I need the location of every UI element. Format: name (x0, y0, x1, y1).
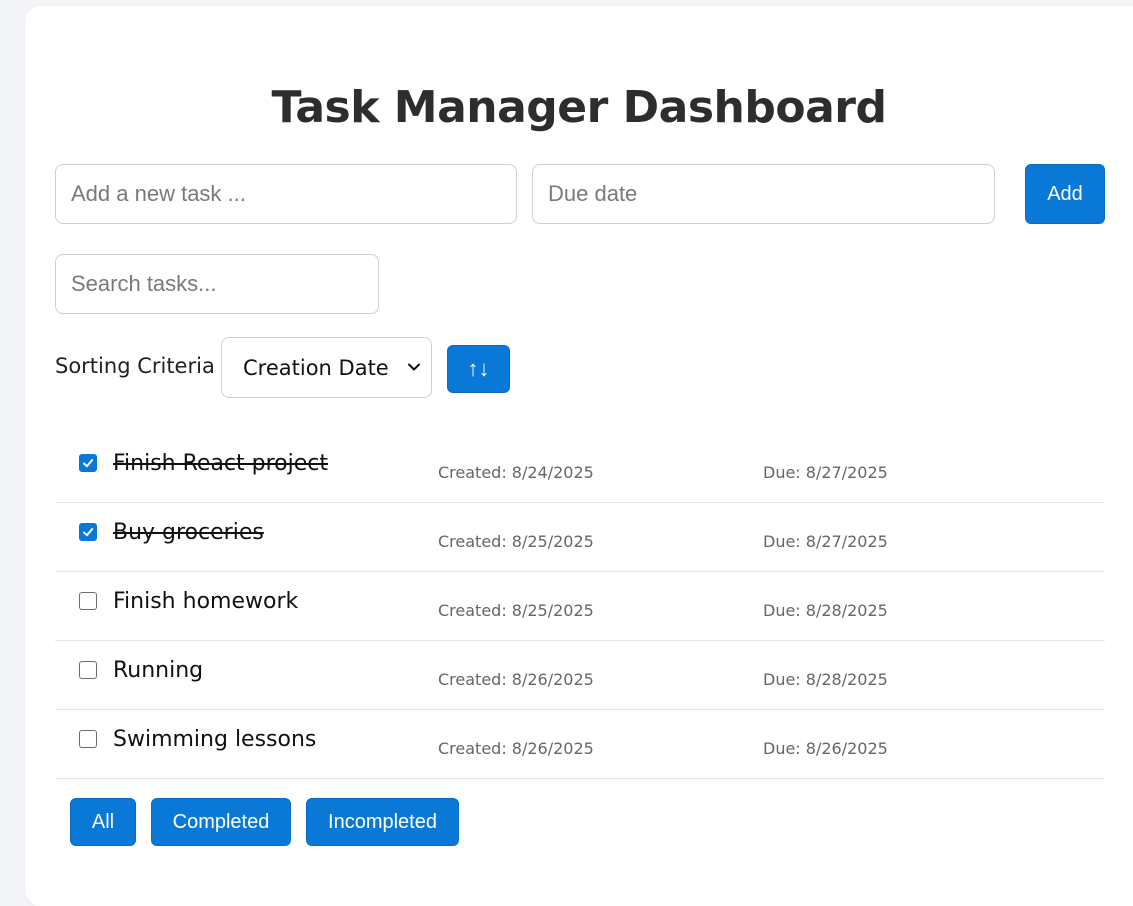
task-checkbox[interactable] (79, 661, 97, 679)
dashboard-card: Task Manager Dashboard Add Sorting Crite… (25, 6, 1133, 906)
task-due-date: Due: 8/27/2025 (763, 463, 888, 482)
task-checkbox[interactable] (79, 592, 97, 610)
task-created-date: Created: 8/24/2025 (438, 463, 594, 482)
add-task-button[interactable]: Add (1025, 164, 1105, 224)
task-checkbox[interactable] (79, 730, 97, 748)
chevron-down-icon (408, 363, 420, 371)
filter-completed-button[interactable]: Completed (151, 798, 291, 846)
task-name: Finish homework (113, 589, 299, 614)
task-due-date: Due: 8/26/2025 (763, 739, 888, 758)
task-checkbox[interactable] (79, 523, 97, 541)
task-name: Swimming lessons (113, 727, 317, 752)
sorting-selected-value: Creation Date (243, 355, 389, 380)
task-name: Running (113, 658, 204, 683)
task-due-date: Due: 8/28/2025 (763, 601, 888, 620)
task-row: Finish homework Created: 8/25/2025 Due: … (55, 572, 1105, 641)
search-input[interactable] (55, 254, 379, 314)
task-row: Finish React project Created: 8/24/2025 … (55, 434, 1105, 503)
task-name: Buy groceries (113, 520, 264, 545)
filter-incompleted-button[interactable]: Incompleted (306, 798, 459, 846)
task-due-date: Due: 8/28/2025 (763, 670, 888, 689)
checkmark-icon (83, 459, 94, 468)
checkmark-icon (83, 528, 94, 537)
task-row: Running Created: 8/26/2025 Due: 8/28/202… (55, 641, 1105, 710)
page-title: Task Manager Dashboard (271, 82, 888, 133)
sort-arrows-icon: ↑↓ (467, 356, 490, 381)
task-created-date: Created: 8/25/2025 (438, 532, 594, 551)
task-checkbox[interactable] (79, 454, 97, 472)
filter-all-button[interactable]: All (70, 798, 136, 846)
task-created-date: Created: 8/25/2025 (438, 601, 594, 620)
new-task-input[interactable] (55, 164, 517, 224)
task-row: Buy groceries Created: 8/25/2025 Due: 8/… (55, 503, 1105, 572)
due-date-input[interactable] (532, 164, 995, 224)
task-created-date: Created: 8/26/2025 (438, 739, 594, 758)
sort-direction-button[interactable]: ↑↓ (447, 345, 510, 393)
task-due-date: Due: 8/27/2025 (763, 532, 888, 551)
task-row: Swimming lessons Created: 8/26/2025 Due:… (55, 710, 1105, 779)
task-created-date: Created: 8/26/2025 (438, 670, 594, 689)
sorting-criteria-select[interactable]: Creation Date (221, 337, 432, 398)
task-name: Finish React project (113, 451, 329, 476)
task-list: Finish React project Created: 8/24/2025 … (55, 434, 1105, 779)
sorting-criteria-label: Sorting Criteria (55, 354, 215, 378)
